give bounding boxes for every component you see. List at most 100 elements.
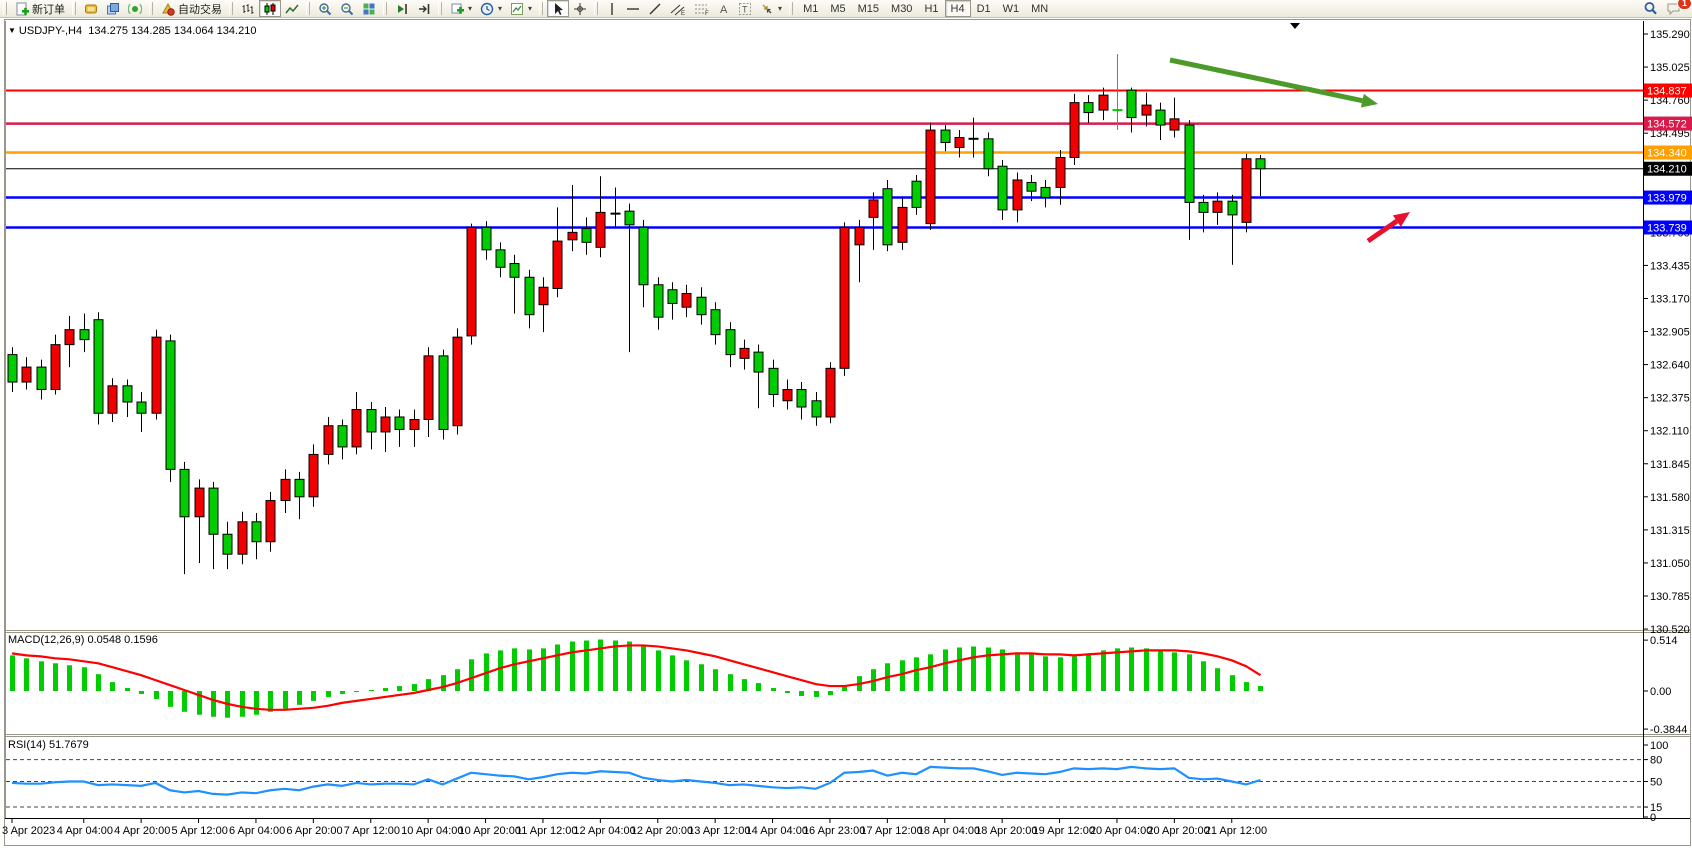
zoom-in-icon [318, 2, 332, 16]
tile-windows-button[interactable] [358, 0, 380, 17]
timeframe-w1[interactable]: W1 [997, 0, 1026, 17]
toolbar-grip [438, 2, 442, 15]
autotrading-button[interactable]: 自动交易 [157, 0, 226, 17]
rsi-indicator-label: RSI(14) 51.7679 [8, 739, 89, 751]
svg-text:A: A [720, 4, 728, 16]
new-order-button[interactable]: 新订单 [11, 0, 69, 17]
search-button[interactable] [1639, 0, 1662, 17]
price-level-badge: 133.979 [1647, 193, 1687, 205]
time-axis-label: 12 Apr 04:00 [573, 825, 635, 837]
timeframe-mn[interactable]: MN [1025, 0, 1054, 17]
timeframe-m15[interactable]: M15 [852, 0, 885, 17]
toolbar-grip [383, 2, 387, 15]
text-button[interactable]: A [714, 0, 734, 17]
chart-title: ▼USDJPY-,H4 134.275 134.285 134.064 134.… [8, 25, 256, 37]
price-axis-label: 133.170 [1650, 293, 1690, 305]
arrows-shapes-icon [760, 2, 774, 16]
macd-indicator-label: MACD(12,26,9) 0.0548 0.1596 [8, 634, 158, 646]
time-axis-label: 6 Apr 04:00 [229, 825, 285, 837]
signals-icon [128, 2, 142, 16]
svg-text:F: F [705, 11, 709, 16]
data-window-icon [106, 2, 120, 16]
price-level-badge: 134.210 [1647, 164, 1687, 176]
chat-button[interactable]: 1 [1662, 0, 1686, 17]
price-level-badge: 133.739 [1647, 222, 1687, 234]
autotrading-icon [161, 2, 175, 16]
chart-shift-button[interactable] [413, 0, 435, 17]
timeframe-h1[interactable]: H1 [918, 0, 944, 17]
text-label-button[interactable]: T [734, 0, 756, 17]
search-icon [1643, 1, 1658, 16]
toolbar-grip [306, 2, 310, 15]
bar-chart-icon [241, 2, 255, 16]
fibonacci-button[interactable]: F [690, 0, 714, 17]
rsi-axis-label: 0 [1650, 812, 1656, 824]
svg-text:E: E [681, 11, 685, 16]
horizontal-line-button[interactable] [622, 0, 644, 17]
rsi-axis-label: 50 [1650, 777, 1662, 789]
price-axis-label: 132.905 [1650, 327, 1690, 339]
time-axis-label: 18 Apr 20:00 [975, 825, 1037, 837]
timeframe-m30[interactable]: M30 [885, 0, 918, 17]
macd-axis-label: 0.00 [1650, 686, 1671, 698]
toolbar-grip [72, 2, 76, 15]
time-axis-label: 18 Apr 04:00 [918, 825, 980, 837]
zoom-out-button[interactable] [336, 0, 358, 17]
timeframe-h4[interactable]: H4 [945, 0, 971, 17]
application-window: 新订单 自动交易 [0, 0, 1692, 848]
equidistant-channel-button[interactable]: E [666, 0, 690, 17]
data-window-button[interactable] [102, 0, 124, 17]
price-axis-label: 132.375 [1650, 393, 1690, 405]
candlestick-chart-button[interactable] [259, 0, 281, 17]
price-axis-label: 130.785 [1650, 591, 1690, 603]
horizontal-line-icon [626, 2, 640, 16]
zoom-out-icon [340, 2, 354, 16]
timeframe-m1[interactable]: M1 [797, 0, 824, 17]
vertical-line-button[interactable] [602, 0, 622, 17]
time-axis-label: 4 Apr 04:00 [57, 825, 113, 837]
arrows-shapes-button[interactable]: ▾ [756, 0, 786, 17]
quotes-button[interactable] [80, 0, 102, 17]
price-level-badge: 134.572 [1647, 119, 1687, 131]
chart-canvas[interactable]: 135.290135.025134.760134.495134.230133.9… [0, 18, 1692, 848]
signals-button[interactable] [124, 0, 146, 17]
indicators-button[interactable]: ▾ [506, 0, 536, 17]
period-button[interactable]: ▾ [476, 0, 506, 17]
text-label-icon: T [738, 2, 752, 16]
crosshair-button[interactable] [569, 0, 591, 17]
time-axis-label: 17 Apr 12:00 [860, 825, 922, 837]
macd-axis-label: 0.514 [1650, 635, 1678, 647]
crosshair-icon [573, 2, 587, 16]
zoom-in-button[interactable] [314, 0, 336, 17]
price-axis-label: 133.435 [1650, 260, 1690, 272]
tile-windows-icon [362, 2, 376, 16]
line-chart-button[interactable] [281, 0, 303, 17]
timeframe-d1[interactable]: D1 [971, 0, 997, 17]
indicators-icon [510, 2, 524, 16]
price-axis-label: 132.110 [1650, 426, 1689, 438]
price-axis-label: 135.025 [1650, 62, 1690, 74]
new-chart-button[interactable]: ▾ [446, 0, 476, 17]
fibonacci-icon: F [694, 2, 710, 16]
trendline-button[interactable] [644, 0, 666, 17]
timeframe-m5[interactable]: M5 [824, 0, 851, 17]
dropdown-caret-icon: ▾ [468, 4, 472, 13]
one-click-expand-icon[interactable]: ▼ [8, 26, 16, 35]
toolbar: 新订单 自动交易 [0, 0, 1692, 18]
cursor-button[interactable] [547, 0, 569, 17]
svg-text:T: T [742, 4, 748, 14]
toolbar-grip [594, 2, 598, 15]
quotes-icon [84, 2, 98, 16]
time-axis-label: 20 Apr 20:00 [1147, 825, 1209, 837]
auto-scroll-button[interactable] [391, 0, 413, 17]
auto-scroll-icon [395, 2, 409, 16]
line-chart-icon [285, 2, 299, 16]
price-axis-label: 131.315 [1650, 525, 1690, 537]
dropdown-caret-icon: ▾ [778, 4, 782, 13]
timeframe-group: M1M5M15M30H1H4D1W1MN [797, 0, 1054, 17]
price-axis-label: 132.640 [1650, 360, 1690, 372]
time-axis-label: 16 Apr 23:00 [803, 825, 865, 837]
toolbar-grip [3, 2, 7, 15]
price-axis-label: 131.580 [1650, 492, 1690, 504]
bar-chart-button[interactable] [237, 0, 259, 17]
